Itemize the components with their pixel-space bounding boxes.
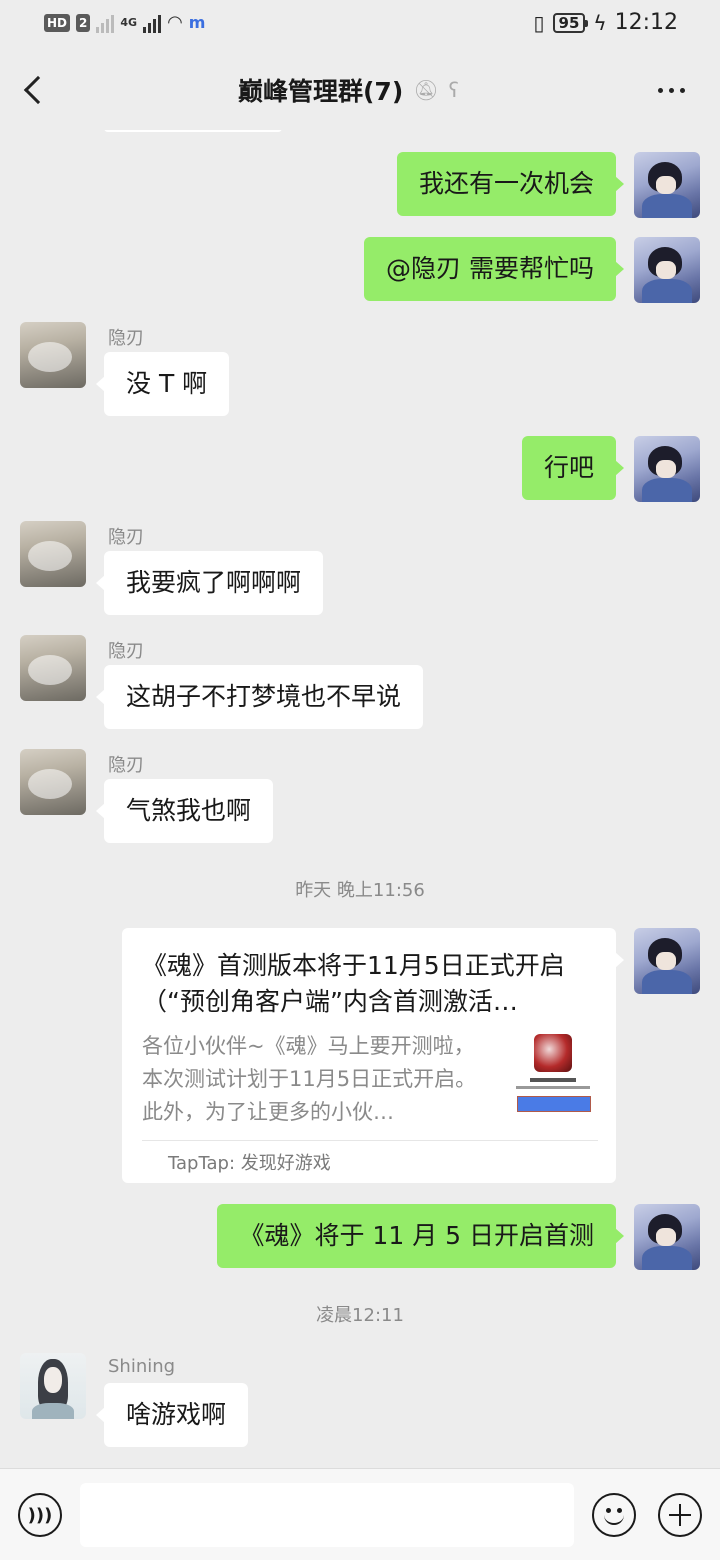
sender-avatar[interactable]	[20, 749, 86, 815]
voice-icon: )))	[27, 1504, 53, 1526]
my-avatar[interactable]	[634, 237, 700, 303]
my-avatar[interactable]	[634, 928, 700, 994]
battery-icon: 95	[552, 12, 589, 33]
message-bubble[interactable]: @隐刃 需要帮忙吗	[364, 237, 624, 301]
sender-avatar[interactable]	[20, 635, 86, 701]
message-list[interactable]: 我还有一次机会 @隐刃 需要帮忙吗 隐刃 没 T 啊 行吧 隐刃 我要疯了啊啊啊…	[0, 130, 720, 1468]
more-button[interactable]	[658, 76, 690, 104]
sender-name: 隐刃	[108, 328, 144, 349]
message-bubble[interactable]: 这胡子不打梦境也不早说	[95, 665, 424, 729]
status-bar: HD 2 4G ◠ m ▯ 95 ϟ 12:12	[0, 0, 720, 50]
sender-avatar[interactable]	[20, 1353, 86, 1419]
sender-name: 隐刃	[108, 755, 144, 776]
message-bubble[interactable]: 我要疯了啊啊啊	[95, 551, 324, 615]
message-bubble[interactable]: 没 T 啊	[95, 352, 230, 416]
link-card[interactable]: 《魂》首测版本将于11月5日正式开启（“预创角客户端”内含首测激活… 各位小伙伴…	[122, 928, 624, 1183]
emoji-button[interactable]	[592, 1493, 636, 1537]
back-button[interactable]	[18, 70, 53, 110]
message-bubble[interactable]: 行吧	[521, 436, 625, 500]
signal-icon	[143, 13, 162, 33]
title-wrap: 巅峰管理群(7) 🔕︎ ʕ	[238, 72, 459, 108]
message-bubble[interactable]: 我还有一次机会	[396, 152, 625, 216]
sender-avatar[interactable]	[20, 521, 86, 587]
sender-name: 隐刃	[108, 641, 144, 662]
my-avatar[interactable]	[634, 1204, 700, 1270]
sim-badge: 2	[76, 13, 91, 32]
status-right: ▯ 95 ϟ 12:12	[534, 10, 679, 35]
network-type: 4G	[120, 16, 138, 29]
link-card-source: TapTap: 发现好游戏	[168, 1153, 331, 1174]
chat-title: 巅峰管理群(7)	[238, 77, 404, 106]
divider	[142, 1140, 598, 1141]
hd-badge: HD	[44, 13, 71, 32]
sender-avatar[interactable]	[20, 322, 86, 388]
plus-button[interactable]	[658, 1493, 702, 1537]
timestamp: 昨天 晚上11:56	[295, 880, 425, 901]
link-card-title: 《魂》首测版本将于11月5日正式开启（“预创角客户端”内含首测激活…	[142, 951, 565, 1016]
voice-button[interactable]: )))	[18, 1493, 62, 1537]
input-bar: )))	[0, 1468, 720, 1560]
earpiece-icon: ʕ	[448, 78, 459, 102]
sender-name: Shining	[108, 1356, 176, 1377]
timestamp: 凌晨12:11	[316, 1305, 404, 1326]
message-bubble[interactable]: 《魂》将于 11 月 5 日开启首测	[217, 1204, 624, 1268]
charging-icon: ϟ	[593, 10, 607, 35]
status-time: 12:12	[614, 10, 678, 35]
message-input[interactable]	[80, 1483, 574, 1547]
link-card-thumbnail	[512, 1032, 594, 1118]
mute-icon: 🔕︎	[413, 78, 439, 102]
previous-message-edge	[104, 130, 282, 132]
message-bubble[interactable]: 气煞我也啊	[95, 779, 274, 843]
game-logo-icon	[534, 1034, 572, 1072]
link-card-description: 各位小伙伴~《魂》马上要开测啦，本次测试计划于11月5日正式开启。此外，为了让更…	[142, 1034, 477, 1124]
my-avatar[interactable]	[634, 152, 700, 218]
vibrate-icon: ▯	[533, 10, 545, 35]
app-icon: m	[188, 13, 206, 32]
message-bubble[interactable]: 啥游戏啊	[95, 1383, 249, 1447]
my-avatar[interactable]	[634, 436, 700, 502]
sender-name: 隐刃	[108, 527, 144, 548]
wifi-icon: ◠	[167, 12, 183, 33]
signal-icon	[96, 13, 115, 33]
status-left: HD 2 4G ◠ m	[44, 12, 205, 33]
chat-header: 巅峰管理群(7) 🔕︎ ʕ	[0, 50, 720, 130]
back-icon	[23, 75, 53, 105]
